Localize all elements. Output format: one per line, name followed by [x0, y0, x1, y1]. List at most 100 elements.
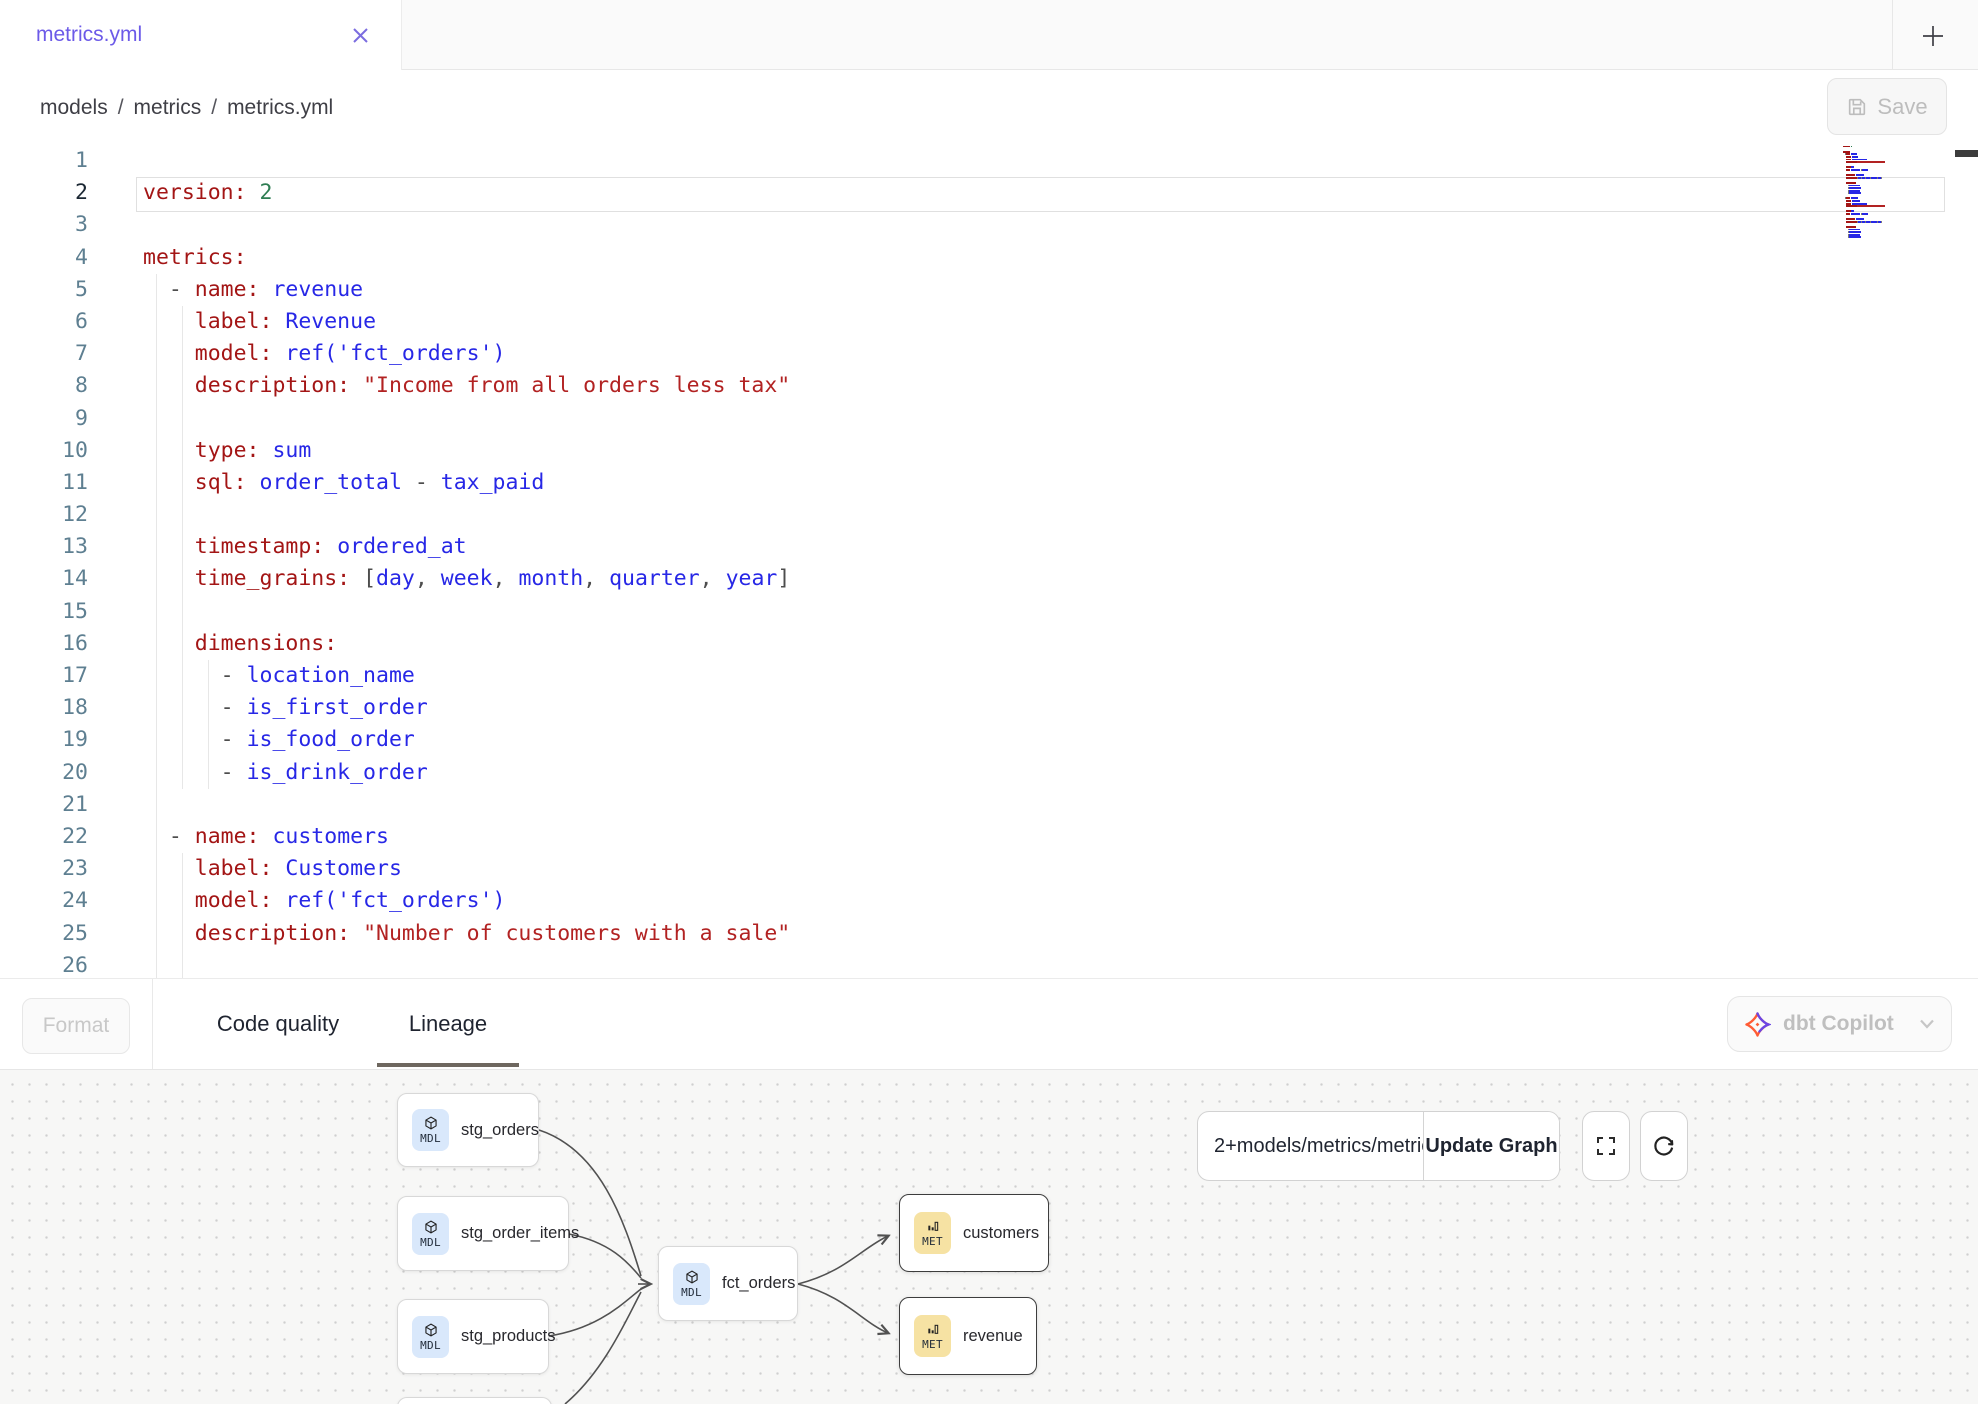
line-number: 1: [0, 145, 88, 177]
code-line[interactable]: 8 description: "Income from all orders l…: [0, 370, 1978, 402]
indent-guide: [156, 692, 157, 724]
code-line[interactable]: 21: [0, 789, 1978, 821]
tab-lineage[interactable]: Lineage: [377, 979, 519, 1069]
code-line[interactable]: 16 dimensions:: [0, 628, 1978, 660]
model-badge: MDL: [412, 1316, 449, 1358]
line-number: 3: [0, 209, 88, 241]
indent-guide: [156, 435, 157, 467]
fullscreen-button[interactable]: [1582, 1111, 1630, 1181]
code-line[interactable]: 23 label: Customers: [0, 853, 1978, 885]
indent-guide: [182, 435, 183, 467]
code-line[interactable]: 5 - name: revenue: [0, 274, 1978, 306]
indent-guide: [156, 499, 157, 531]
copilot-label: dbt Copilot: [1783, 1012, 1907, 1036]
code-line[interactable]: 25 description: "Number of customers wit…: [0, 918, 1978, 950]
tab-strip-background: [402, 0, 1978, 70]
indent-guide: [182, 467, 183, 499]
model-badge: MDL: [412, 1213, 449, 1255]
line-number: 20: [0, 757, 88, 789]
code-line[interactable]: 13 timestamp: ordered_at: [0, 531, 1978, 563]
indent-guide: [182, 499, 183, 531]
indent-guide: [208, 724, 209, 756]
code-line[interactable]: 4metrics:: [0, 242, 1978, 274]
code-line[interactable]: 7 model: ref('fct_orders'): [0, 338, 1978, 370]
code-line[interactable]: 14 time_grains: [day, week, month, quart…: [0, 563, 1978, 595]
lineage-node-customers[interactable]: MET customers: [899, 1194, 1049, 1272]
node-label: stg_products: [461, 1327, 555, 1346]
code-editor[interactable]: 12version: 234metrics:5 - name: revenue6…: [0, 145, 1978, 978]
edge-stg-order-items-fct-orders: [569, 1234, 641, 1278]
code-line[interactable]: 1: [0, 145, 1978, 177]
code-line[interactable]: 17 - location_name: [0, 660, 1978, 692]
cube-icon: [423, 1322, 439, 1338]
code-line[interactable]: 3: [0, 209, 1978, 241]
node-label: fct_orders: [722, 1274, 795, 1293]
code-line[interactable]: 22 - name: customers: [0, 821, 1978, 853]
floppy-save-icon: [1846, 96, 1868, 118]
tab-strip-divider: [1892, 0, 1893, 70]
line-number: 21: [0, 789, 88, 821]
line-number: 25: [0, 918, 88, 950]
indent-guide: [182, 370, 183, 402]
code-line[interactable]: 2version: 2: [0, 177, 1978, 209]
close-tab-icon[interactable]: [349, 24, 371, 46]
indent-guide: [182, 531, 183, 563]
plus-icon: [1919, 22, 1947, 50]
edge-fct-orders-revenue: [798, 1284, 888, 1333]
code-line[interactable]: 19 - is_food_order: [0, 724, 1978, 756]
code-line[interactable]: 15: [0, 596, 1978, 628]
tab-code-quality[interactable]: Code quality: [207, 979, 349, 1069]
bar-chart-icon: [925, 1218, 941, 1234]
indent-guide: [156, 821, 157, 853]
indent-guide: [156, 885, 157, 917]
save-button[interactable]: Save: [1827, 78, 1947, 135]
bar-chart-icon: [925, 1321, 941, 1337]
bottom-toolbar: Format Code quality Lineage dbt Copilot: [0, 978, 1978, 1070]
editor-minimap[interactable]: [1843, 143, 1893, 239]
code-line[interactable]: 18 - is_first_order: [0, 692, 1978, 724]
line-number: 19: [0, 724, 88, 756]
toolbar-divider: [152, 979, 153, 1069]
code-line[interactable]: 11 sql: order_total - tax_paid: [0, 467, 1978, 499]
lineage-node-stg-orders[interactable]: MDL stg_orders: [397, 1093, 539, 1167]
dbt-copilot-button[interactable]: dbt Copilot: [1727, 996, 1952, 1052]
update-graph-button[interactable]: Update Graph: [1423, 1112, 1559, 1180]
code-line[interactable]: 9: [0, 403, 1978, 435]
lineage-canvas[interactable]: MDL stg_orders MDL stg_order_items MDL s…: [0, 1070, 1978, 1404]
tab-title: metrics.yml: [36, 23, 142, 47]
line-number: 12: [0, 499, 88, 531]
lineage-node-fct-orders[interactable]: MDL fct_orders: [658, 1246, 798, 1321]
lineage-label: Lineage: [409, 1011, 487, 1037]
cube-icon: [684, 1269, 700, 1285]
lineage-node-partial[interactable]: [397, 1397, 552, 1404]
line-number: 14: [0, 563, 88, 595]
line-number: 11: [0, 467, 88, 499]
code-line[interactable]: 20 - is_drink_order: [0, 757, 1978, 789]
lineage-node-stg-products[interactable]: MDL stg_products: [397, 1299, 549, 1374]
lineage-selector-input[interactable]: [1198, 1112, 1423, 1180]
metric-badge: MET: [914, 1212, 951, 1254]
line-number: 6: [0, 306, 88, 338]
format-button[interactable]: Format: [22, 998, 130, 1054]
new-tab-button[interactable]: [1910, 13, 1956, 59]
cube-icon: [423, 1219, 439, 1235]
code-line[interactable]: 12: [0, 499, 1978, 531]
line-number: 10: [0, 435, 88, 467]
line-number: 9: [0, 403, 88, 435]
code-line[interactable]: 24 model: ref('fct_orders'): [0, 885, 1978, 917]
refresh-button[interactable]: [1640, 1111, 1688, 1181]
breadcrumb-segment[interactable]: metrics.yml: [227, 96, 333, 120]
breadcrumb-segment[interactable]: models: [40, 96, 108, 120]
code-line[interactable]: 6 label: Revenue: [0, 306, 1978, 338]
code-line[interactable]: 10 type: sum: [0, 435, 1978, 467]
indent-guide: [156, 370, 157, 402]
lineage-node-revenue[interactable]: MET revenue: [899, 1297, 1037, 1375]
code-line[interactable]: 26: [0, 950, 1978, 978]
indent-guide: [182, 660, 183, 692]
line-number: 7: [0, 338, 88, 370]
node-label: customers: [963, 1224, 1039, 1243]
breadcrumb-segment[interactable]: metrics: [134, 96, 202, 120]
tab-metrics-yml[interactable]: metrics.yml: [0, 0, 402, 70]
scrollbar-handle[interactable]: [1955, 150, 1978, 157]
lineage-node-stg-order-items[interactable]: MDL stg_order_items: [397, 1196, 569, 1271]
